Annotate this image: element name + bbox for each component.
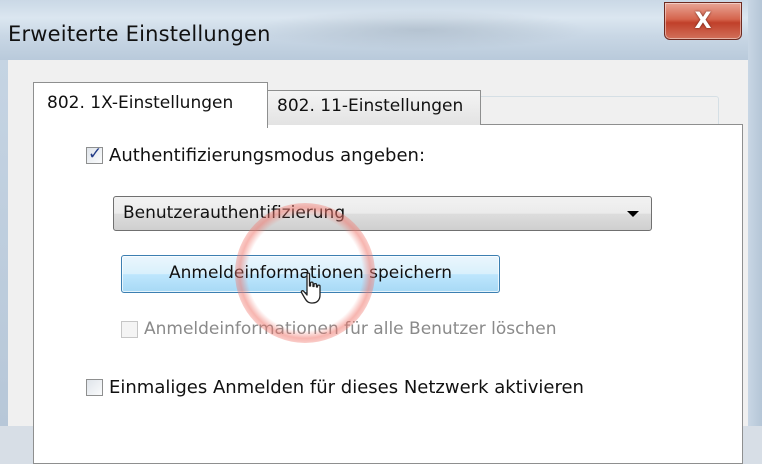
auth-mode-select[interactable]: Benutzerauthentifizierung (113, 196, 652, 231)
tab-8021x-settings[interactable]: 802. 1X-Einstellungen (33, 82, 268, 128)
tab-80211-settings[interactable]: 802. 11-Einstellungen (267, 90, 481, 125)
sso-checkbox-row[interactable]: Einmaliges Anmelden für dieses Netzwerk … (82, 377, 590, 398)
delete-credentials-label: Anmeldeinformationen für alle Benutzer l… (144, 319, 557, 339)
close-button[interactable]: X (664, 2, 742, 40)
tab-label: 802. 1X-Einstellungen (47, 93, 234, 113)
tab-label: 802. 11-Einstellungen (277, 96, 464, 116)
auth-mode-checkbox[interactable] (86, 144, 103, 164)
auth-mode-checkbox-row[interactable]: Authentifizierungsmodus angeben: (82, 144, 432, 166)
sso-checkbox[interactable] (86, 379, 103, 396)
auth-mode-selected-value: Benutzerauthentifizierung (123, 203, 346, 223)
window-titlebar: Erweiterte Einstellungen X (0, 0, 762, 60)
delete-credentials-checkbox (121, 320, 138, 338)
window-title: Erweiterte Einstellungen (8, 22, 271, 46)
tab-panel (33, 124, 743, 464)
window-right-border (748, 0, 762, 426)
sso-label: Einmaliges Anmelden für dieses Netzwerk … (109, 377, 584, 398)
hand-pointer-icon (300, 272, 321, 304)
auth-mode-label: Authentifizierungsmodus angeben: (109, 145, 426, 166)
close-icon: X (694, 8, 712, 34)
chevron-down-icon (627, 211, 639, 217)
window-left-border (0, 60, 8, 426)
titlebar-glare (250, 10, 590, 50)
delete-credentials-row: Anmeldeinformationen für alle Benutzer l… (121, 319, 556, 339)
